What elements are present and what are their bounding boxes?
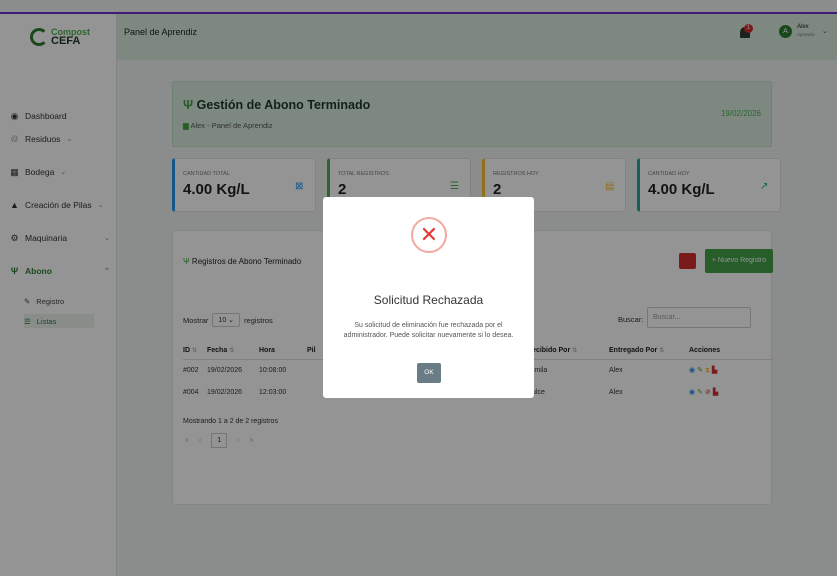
alert-dialog: ✕ Solicitud Rechazada Su solicitud de el…: [323, 197, 534, 398]
ok-button[interactable]: OK: [417, 363, 441, 383]
dialog-message: Su solicitud de eliminación fue rechazad…: [343, 322, 514, 339]
dialog-title: Solicitud Rechazada: [373, 293, 484, 307]
error-x-icon: ✕: [411, 217, 447, 253]
